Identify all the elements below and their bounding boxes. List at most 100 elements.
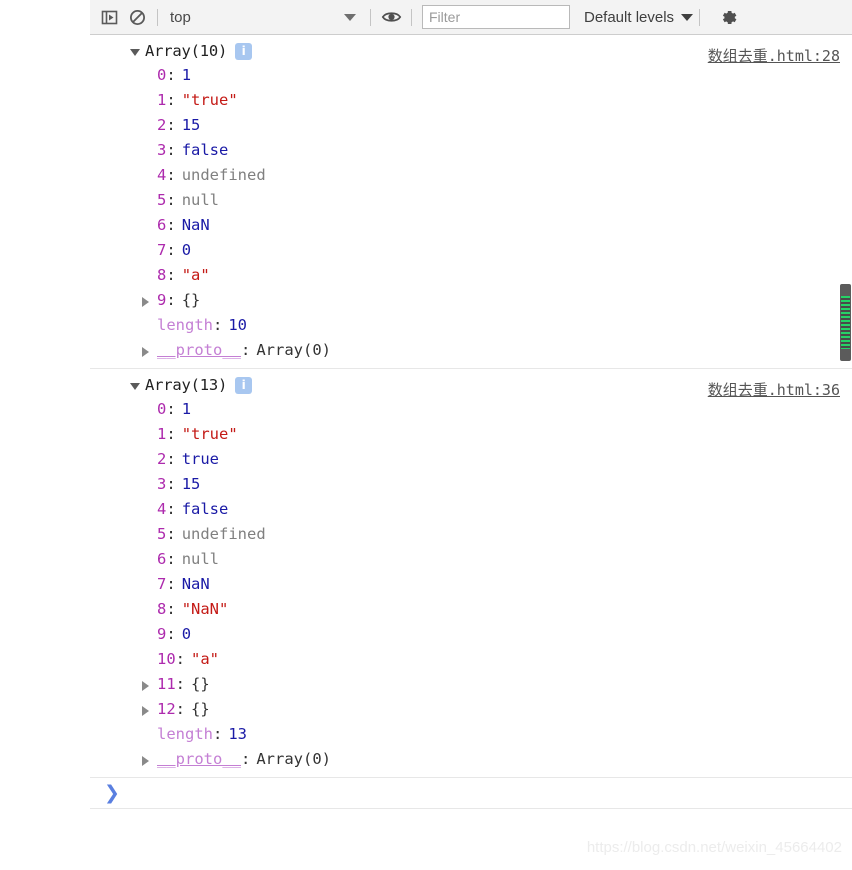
console-toolbar: top Filter Default levels xyxy=(90,0,852,35)
property-key: 6 xyxy=(157,216,167,234)
property-key: 8 xyxy=(157,266,167,284)
property-colon: : xyxy=(175,650,186,668)
chevron-down-icon xyxy=(681,13,694,21)
object-property-row: 5: null xyxy=(90,188,852,213)
object-property-row: length:10 xyxy=(90,313,852,338)
info-icon[interactable]: i xyxy=(235,42,253,60)
property-value: true xyxy=(181,450,220,468)
log-levels-label: Default levels xyxy=(584,8,675,26)
property-value: 15 xyxy=(181,116,201,134)
property-key: length xyxy=(157,725,213,743)
property-key: __proto__ xyxy=(157,750,241,768)
array-title: Array(13) xyxy=(145,376,228,394)
property-colon: : xyxy=(166,575,176,593)
console-scrollbar[interactable] xyxy=(838,35,852,870)
property-key: 11 xyxy=(157,675,176,693)
property-value: false xyxy=(181,141,229,159)
property-colon: : xyxy=(166,291,176,309)
property-key: 1 xyxy=(157,91,167,109)
property-colon: : xyxy=(166,266,176,284)
property-colon: : xyxy=(166,141,176,159)
console-message-header[interactable]: Array(10) i 数组去重.html:28 xyxy=(90,39,852,65)
object-property-row: 3:15 xyxy=(90,472,852,497)
object-property-row[interactable]: 9: {} xyxy=(90,288,852,313)
property-value: 1 xyxy=(181,400,192,418)
property-key: 5 xyxy=(157,191,167,209)
property-value: Array(0) xyxy=(256,341,331,359)
property-value: null xyxy=(181,191,220,209)
prompt-chevron-icon: ❯ xyxy=(104,781,120,804)
property-value: 10 xyxy=(228,316,248,334)
property-value: Array(0) xyxy=(256,750,331,768)
property-key: __proto__ xyxy=(157,341,241,359)
property-colon: : xyxy=(175,700,186,718)
filter-input[interactable]: Filter xyxy=(422,5,570,29)
property-colon: : xyxy=(213,725,223,743)
execution-context-value: top xyxy=(170,8,191,26)
property-colon: : xyxy=(166,400,176,418)
gear-icon[interactable] xyxy=(718,7,739,28)
console-prompt[interactable]: ❯ xyxy=(90,778,852,809)
triangle-right-icon[interactable] xyxy=(142,706,149,716)
property-key: 12 xyxy=(157,700,176,718)
property-colon: : xyxy=(166,475,176,493)
property-key: 0 xyxy=(157,400,167,418)
console-messages: Array(10) i 数组去重.html:28 0:1 1: "true" 2:15 3: f… xyxy=(90,35,852,778)
property-key: 3 xyxy=(157,141,167,159)
property-value: undefined xyxy=(181,525,266,543)
triangle-right-icon[interactable] xyxy=(142,347,149,357)
sidebar-toggle-icon[interactable] xyxy=(95,3,123,31)
object-property-row[interactable]: 11: {} xyxy=(90,672,852,697)
triangle-down-icon[interactable] xyxy=(130,48,140,56)
property-colon: : xyxy=(166,425,176,443)
property-key: 4 xyxy=(157,166,167,184)
property-key: length xyxy=(157,316,213,334)
property-value: "true" xyxy=(181,91,238,109)
execution-context-selector[interactable]: top xyxy=(164,4,364,30)
property-colon: : xyxy=(213,316,223,334)
scrollbar-thumb[interactable] xyxy=(840,284,851,361)
info-icon[interactable]: i xyxy=(235,376,253,394)
property-colon: : xyxy=(166,216,176,234)
console-message-list[interactable]: Array(10) i 数组去重.html:28 0:1 1: "true" 2:15 3: f… xyxy=(90,35,852,870)
clear-console-icon[interactable] xyxy=(123,3,151,31)
property-key: 1 xyxy=(157,425,167,443)
triangle-right-icon[interactable] xyxy=(142,297,149,307)
object-property-row: 1: "true" xyxy=(90,422,852,447)
property-value: 15 xyxy=(181,475,201,493)
property-colon: : xyxy=(166,600,176,618)
property-key: 2 xyxy=(157,116,167,134)
property-colon: : xyxy=(166,450,176,468)
property-value: false xyxy=(181,500,229,518)
triangle-right-icon[interactable] xyxy=(142,756,149,766)
object-property-row[interactable]: 12: {} xyxy=(90,697,852,722)
toolbar-divider-3 xyxy=(411,8,412,26)
eye-icon[interactable] xyxy=(377,3,405,31)
property-value: null xyxy=(181,550,220,568)
property-colon: : xyxy=(175,675,186,693)
log-levels-dropdown[interactable]: Default levels xyxy=(584,8,694,26)
property-key: 7 xyxy=(157,241,167,259)
property-key: 9 xyxy=(157,625,167,643)
property-value: "NaN" xyxy=(181,600,229,618)
property-key: 7 xyxy=(157,575,167,593)
property-value: "a" xyxy=(181,266,210,284)
object-property-row[interactable]: __proto__: Array(0) xyxy=(90,338,852,363)
property-colon: : xyxy=(166,191,176,209)
toolbar-divider-4 xyxy=(699,8,701,26)
property-colon: : xyxy=(166,241,176,259)
console-message-header[interactable]: Array(13) i 数组去重.html:36 xyxy=(90,373,852,399)
object-property-row[interactable]: __proto__: Array(0) xyxy=(90,747,852,772)
triangle-down-icon[interactable] xyxy=(130,382,140,390)
triangle-right-icon[interactable] xyxy=(142,681,149,691)
scrollbar-thumb-stripes xyxy=(841,296,850,349)
object-property-row: 3: false xyxy=(90,138,852,163)
property-colon: : xyxy=(166,91,176,109)
property-colon: : xyxy=(166,116,176,134)
property-key: 5 xyxy=(157,525,167,543)
object-property-row: 5: undefined xyxy=(90,522,852,547)
property-value: NaN xyxy=(181,575,210,593)
property-key: 0 xyxy=(157,66,167,84)
property-value: NaN xyxy=(181,216,210,234)
property-value: {} xyxy=(191,700,210,718)
